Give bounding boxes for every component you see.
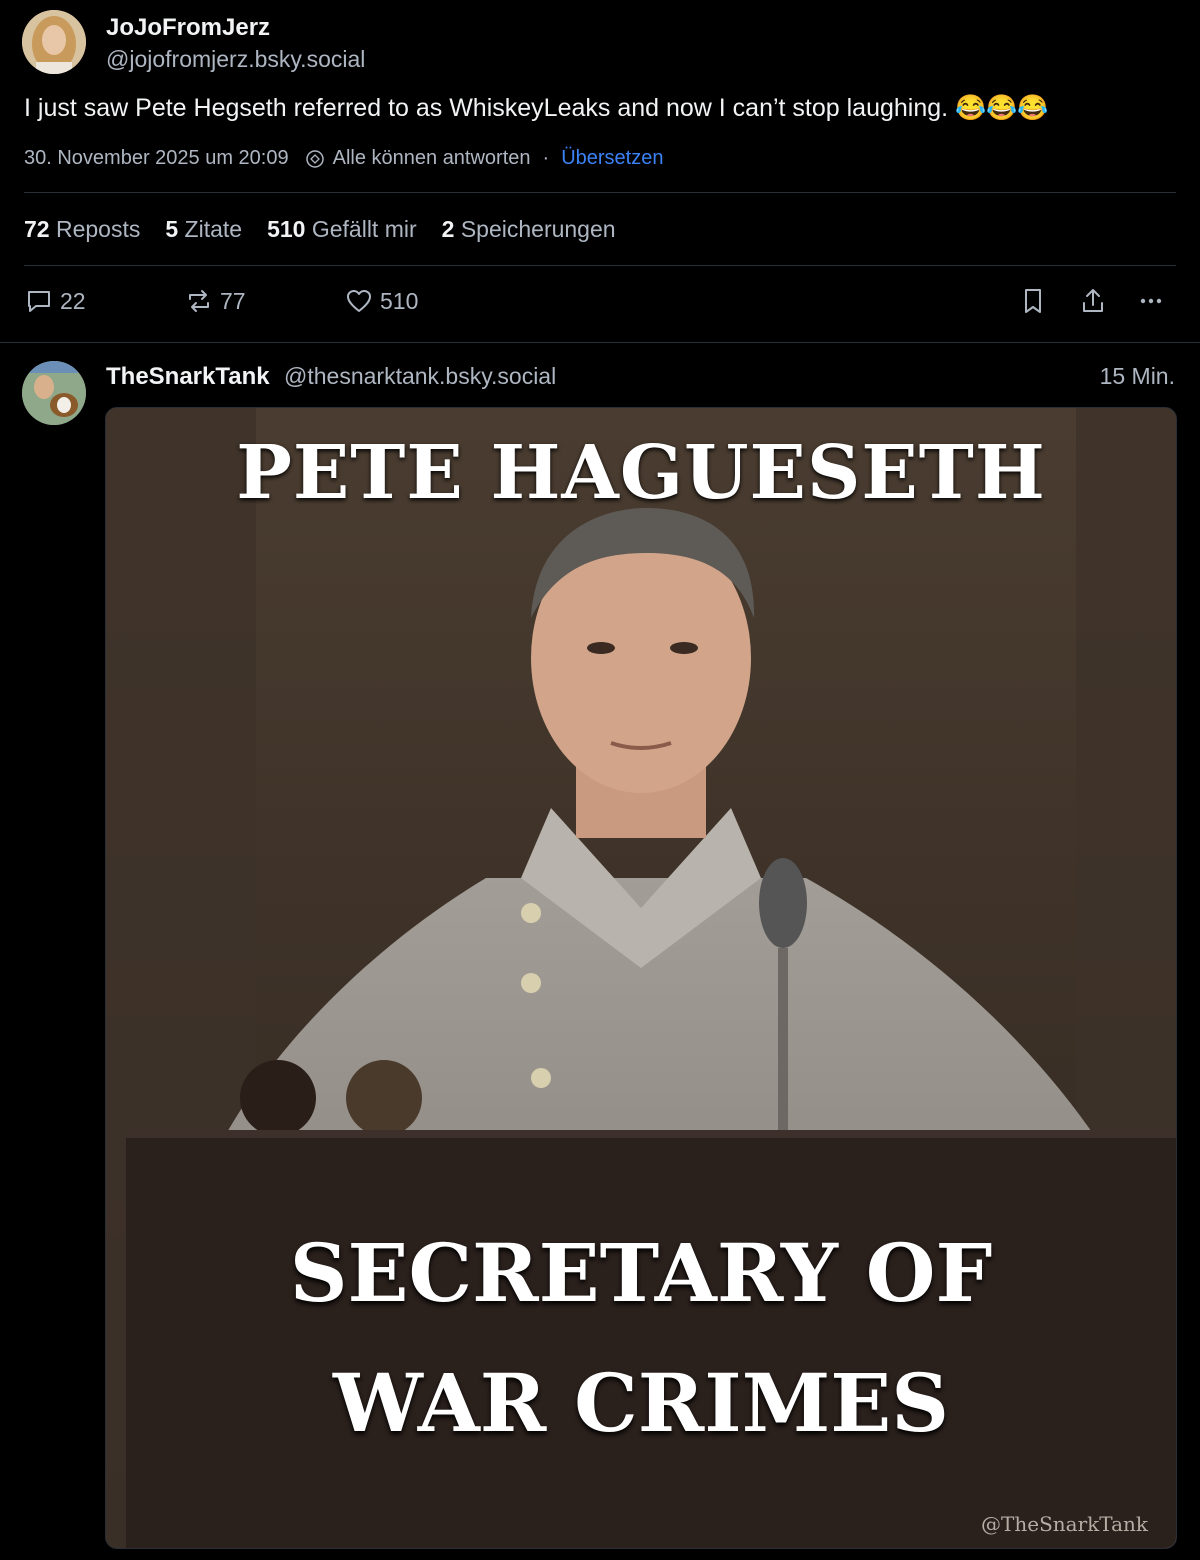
- stat-quotes[interactable]: 5 Zitate: [165, 216, 242, 243]
- share-icon: [1083, 289, 1103, 312]
- more-button[interactable]: [1136, 286, 1172, 316]
- stat-reposts[interactable]: 72 Reposts: [24, 216, 140, 243]
- reply-time[interactable]: 15 Min.: [1100, 363, 1175, 390]
- repost-icon: [189, 290, 209, 312]
- reply-post[interactable]: TheSnarkTank @thesnarktank.bsky.social 1…: [0, 343, 1200, 1560]
- post-timestamp[interactable]: 30. November 2025 um 20:09: [24, 147, 289, 170]
- like-button[interactable]: 510: [344, 286, 418, 316]
- post-image[interactable]: PETE HAGUESETH SECRETARY OF WAR CRIMES @…: [105, 407, 1177, 1549]
- post-meta: 30. November 2025 um 20:09 Alle können a…: [24, 147, 663, 170]
- reply-button[interactable]: 22: [24, 286, 86, 316]
- main-post: JoJoFromJerz @jojofromjerz.bsky.social I…: [0, 0, 1200, 342]
- reply-author-avatar[interactable]: [22, 361, 86, 425]
- author-avatar[interactable]: [22, 10, 86, 74]
- repost-button[interactable]: 77: [184, 286, 246, 316]
- post-actions: 22 77 510: [24, 286, 1176, 322]
- bookmark-icon: [1025, 289, 1041, 313]
- divider: [24, 265, 1176, 266]
- post-stats: 72 Reposts 5 Zitate 510 Gefällt mir 2 Sp…: [24, 216, 641, 243]
- like-count: 510: [380, 287, 419, 314]
- meta-separator: ·: [542, 147, 550, 169]
- more-icon: [1140, 298, 1162, 304]
- reply-author-handle[interactable]: @thesnarktank.bsky.social: [284, 363, 556, 390]
- repost-count: 77: [220, 287, 246, 314]
- stat-likes[interactable]: 510 Gefällt mir: [267, 216, 417, 243]
- image-watermark: @TheSnarkTank: [981, 1512, 1148, 1536]
- reply-icon: [28, 291, 50, 312]
- heart-icon: [347, 290, 371, 312]
- translate-link[interactable]: Übersetzen: [561, 147, 663, 170]
- image-caption-line1: SECRETARY OF: [289, 1226, 993, 1320]
- divider: [24, 192, 1176, 193]
- image-caption-text: SECRETARY OF WAR CRIMES: [106, 1208, 1176, 1468]
- reply-author-name[interactable]: TheSnarkTank: [106, 363, 270, 391]
- author-handle[interactable]: @jojofromjerz.bsky.social: [106, 46, 365, 73]
- image-title-text: PETE HAGUESETH: [236, 430, 1046, 516]
- author-name[interactable]: JoJoFromJerz: [106, 14, 270, 42]
- post-text: I just saw Pete Hegseth referred to as W…: [24, 94, 1049, 122]
- reply-setting-label: Alle können antworten: [332, 147, 531, 169]
- share-button[interactable]: [1078, 286, 1114, 316]
- bookmark-button[interactable]: [1018, 286, 1054, 316]
- reply-settings-icon: [305, 149, 324, 168]
- reply-count: 22: [60, 287, 86, 314]
- stat-saves[interactable]: 2 Speicherungen: [442, 216, 616, 243]
- image-caption-line2: WAR CRIMES: [332, 1356, 949, 1450]
